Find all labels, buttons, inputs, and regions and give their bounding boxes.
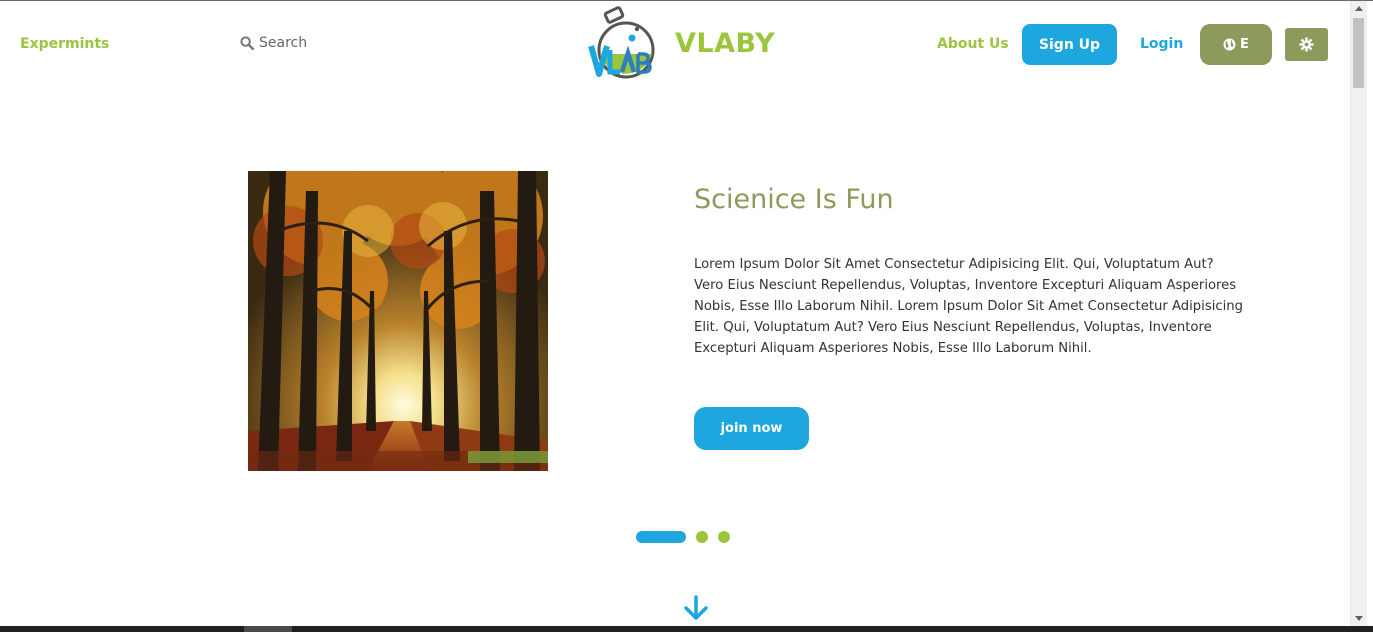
search-box[interactable]	[240, 35, 379, 51]
language-label: E	[1240, 37, 1249, 52]
scroll-up-icon[interactable]	[1355, 6, 1363, 11]
search-input[interactable]	[259, 35, 379, 51]
carousel-indicators	[636, 531, 730, 543]
scroll-down-arrow-icon[interactable]	[682, 593, 710, 621]
carousel-dot-1[interactable]	[636, 531, 686, 543]
brand-name: VLABY	[675, 27, 776, 59]
carousel-dot-3[interactable]	[718, 531, 730, 543]
vertical-scrollbar[interactable]	[1350, 1, 1367, 626]
nav-experiments-link[interactable]: Expermints	[20, 36, 109, 52]
scroll-down-icon[interactable]	[1355, 616, 1363, 621]
language-button[interactable]: E	[1200, 24, 1272, 65]
nav-about-link[interactable]: About Us	[937, 36, 1009, 52]
horizontal-scrollbar-thumb[interactable]	[244, 626, 292, 632]
globe-icon	[1223, 38, 1236, 51]
search-icon	[240, 36, 254, 50]
horizontal-scrollbar[interactable]	[0, 626, 1373, 632]
scrollbar-thumb[interactable]	[1353, 18, 1364, 88]
hero-description: Lorem Ipsum Dolor Sit Amet Consectetur A…	[694, 257, 1243, 356]
login-link[interactable]: Login	[1140, 36, 1183, 52]
flask-logo-icon	[588, 6, 655, 79]
page: Expermints VLABY About Us Sign Up Login	[0, 1, 1350, 626]
hero-image	[248, 171, 548, 471]
join-now-button[interactable]: join now	[694, 407, 809, 450]
sign-up-button[interactable]: Sign Up	[1022, 24, 1117, 65]
brand-logo[interactable]: VLABY	[588, 6, 775, 80]
theme-toggle-button[interactable]	[1285, 28, 1328, 61]
gear-icon	[1299, 37, 1314, 52]
hero-title: Scienice Is Fun	[694, 184, 894, 215]
carousel-dot-2[interactable]	[696, 531, 708, 543]
